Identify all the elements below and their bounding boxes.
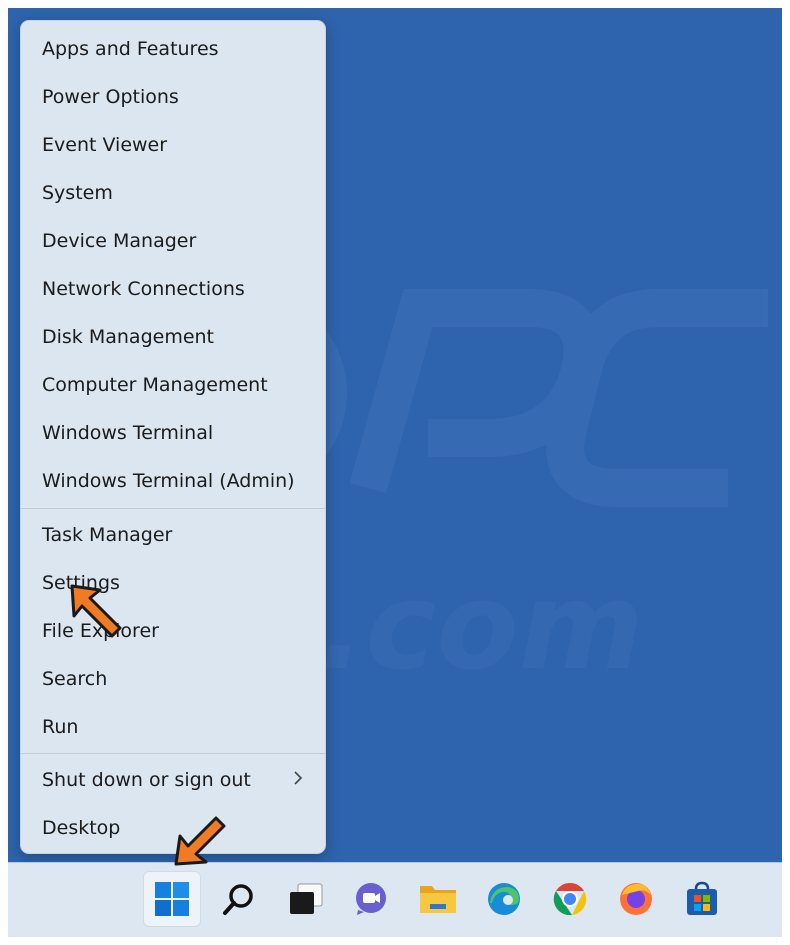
task-view-button[interactable]	[277, 871, 335, 927]
menu-item-power-options[interactable]: Power Options	[21, 75, 325, 119]
menu-item-run[interactable]: Run	[21, 705, 325, 749]
menu-item-settings[interactable]: Settings	[21, 561, 325, 605]
start-button[interactable]	[143, 871, 201, 927]
firefox-icon	[620, 883, 652, 915]
menu-item-file-explorer[interactable]: File Explorer	[21, 609, 325, 653]
taskbar	[8, 862, 782, 937]
file-explorer-icon	[420, 886, 456, 913]
chevron-right-icon	[293, 770, 303, 791]
menu-item-computer-management[interactable]: Computer Management	[21, 363, 325, 407]
menu-item-disk-management[interactable]: Disk Management	[21, 315, 325, 359]
menu-item-label: Shut down or sign out	[42, 769, 251, 791]
menu-item-apps-and-features[interactable]: Apps and Features	[21, 27, 325, 71]
chat-button[interactable]	[342, 871, 400, 927]
menu-separator	[21, 753, 325, 754]
menu-item-windows-terminal-admin[interactable]: Windows Terminal (Admin)	[21, 459, 325, 503]
menu-item-device-manager[interactable]: Device Manager	[21, 219, 325, 263]
search-icon	[223, 884, 253, 915]
microsoft-store-button[interactable]	[673, 871, 731, 927]
teams-chat-icon	[356, 883, 386, 915]
menu-item-network-connections[interactable]: Network Connections	[21, 267, 325, 311]
file-explorer-button[interactable]	[409, 871, 467, 927]
menu-item-shut-down-or-sign-out[interactable]: Shut down or sign out	[21, 758, 325, 802]
firefox-button[interactable]	[607, 871, 665, 927]
chrome-icon	[553, 882, 587, 916]
menu-separator	[21, 508, 325, 509]
menu-item-task-manager[interactable]: Task Manager	[21, 513, 325, 557]
edge-button[interactable]	[475, 871, 533, 927]
chrome-button[interactable]	[541, 871, 599, 927]
taskbar-search-button[interactable]	[210, 871, 268, 927]
menu-item-desktop[interactable]: Desktop	[21, 806, 325, 850]
menu-item-system[interactable]: System	[21, 171, 325, 215]
edge-icon	[488, 883, 520, 915]
menu-item-search[interactable]: Search	[21, 657, 325, 701]
task-view-icon	[290, 883, 323, 914]
quick-link-context-menu: Apps and Features Power Options Event Vi…	[20, 20, 326, 854]
menu-item-event-viewer[interactable]: Event Viewer	[21, 123, 325, 167]
menu-item-windows-terminal[interactable]: Windows Terminal	[21, 411, 325, 455]
windows-start-icon	[155, 882, 189, 916]
microsoft-store-icon	[687, 881, 717, 915]
